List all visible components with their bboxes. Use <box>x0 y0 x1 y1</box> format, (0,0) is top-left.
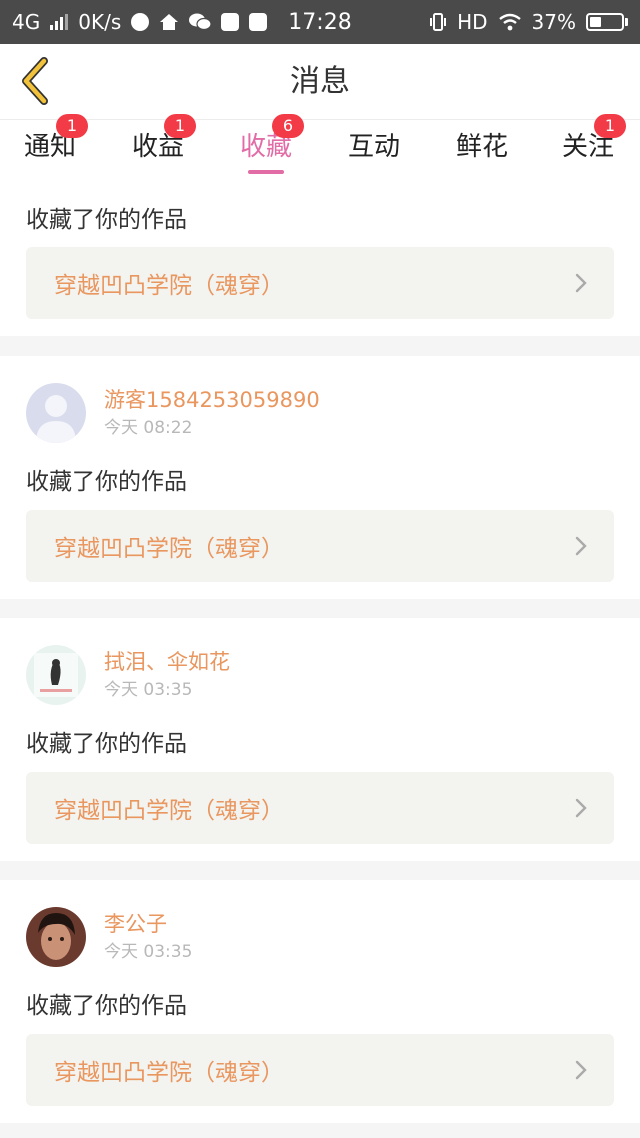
app-notification-icon <box>131 13 150 31</box>
tab-notifications[interactable]: 通知 1 <box>0 114 100 180</box>
tab-label: 互动 <box>347 132 400 162</box>
navigation-bar: 消息 <box>0 44 640 120</box>
tab-earnings[interactable]: 收益 1 <box>108 114 208 180</box>
message-list: 收藏了你的作品 穿越凹凸学院（魂穿） 游客1584253059890 今天 08… <box>0 180 640 1138</box>
tab-interactions[interactable]: 互动 <box>324 120 424 180</box>
vibrate-icon <box>429 12 447 32</box>
mail-app-icon <box>221 13 240 31</box>
action-text: 收藏了你的作品 <box>26 993 187 1019</box>
action-text: 收藏了你的作品 <box>26 469 187 495</box>
back-button[interactable] <box>14 56 54 106</box>
network-type: 4G <box>12 10 41 34</box>
unread-badge: 6 <box>271 114 304 138</box>
tab-bar: 通知 1 收益 1 收藏 6 互动 鲜花 关注 1 <box>0 114 640 180</box>
action-text: 收藏了你的作品 <box>26 731 187 757</box>
list-item: 拭泪、伞如花 今天 03:35 收藏了你的作品 穿越凹凸学院（魂穿） <box>0 618 640 861</box>
tab-favorites[interactable]: 收藏 6 <box>216 114 316 180</box>
timestamp: 今天 03:35 <box>104 680 193 700</box>
active-tab-indicator <box>247 170 284 174</box>
work-title: 穿越凹凸学院（魂穿） <box>54 1060 284 1086</box>
wifi-icon <box>498 13 522 31</box>
chevron-right-icon <box>575 798 587 818</box>
hd-indicator: HD <box>457 10 488 34</box>
unread-badge: 1 <box>593 114 626 138</box>
unread-badge: 1 <box>163 114 196 138</box>
work-title: 穿越凹凸学院（魂穿） <box>54 798 284 824</box>
list-item: 收藏了你的作品 穿越凹凸学院（魂穿） <box>0 180 640 336</box>
chevron-left-icon <box>22 57 48 105</box>
page-title: 消息 <box>290 64 350 99</box>
list-item: 游客1584253059890 今天 08:22 收藏了你的作品 穿越凹凸学院（… <box>0 356 640 599</box>
timestamp: 今天 03:35 <box>104 942 193 962</box>
home-icon <box>159 13 179 31</box>
tab-following[interactable]: 关注 1 <box>538 114 638 180</box>
battery-percent: 37% <box>531 10 576 34</box>
list-item: 李公子 今天 03:35 收藏了你的作品 穿越凹凸学院（魂穿） <box>0 880 640 1123</box>
username[interactable]: 拭泪、伞如花 <box>104 647 230 677</box>
chevron-right-icon <box>575 273 587 293</box>
work-link[interactable]: 穿越凹凸学院（魂穿） <box>26 510 614 582</box>
battery-icon <box>586 13 628 31</box>
wechat-icon <box>189 13 212 31</box>
default-avatar[interactable] <box>26 383 86 443</box>
work-link[interactable]: 穿越凹凸学院（魂穿） <box>26 1034 614 1106</box>
unread-badge: 1 <box>55 114 88 138</box>
tab-label: 鲜花 <box>455 132 508 162</box>
action-text: 收藏了你的作品 <box>26 207 187 233</box>
work-link[interactable]: 穿越凹凸学院（魂穿） <box>26 247 614 319</box>
work-title: 穿越凹凸学院（魂穿） <box>54 536 284 562</box>
username[interactable]: 游客1584253059890 <box>104 385 320 415</box>
status-bar: 4G 0K/s 17:28 HD 37% <box>0 0 640 44</box>
timestamp: 今天 08:22 <box>104 418 193 438</box>
work-link[interactable]: 穿越凹凸学院（魂穿） <box>26 772 614 844</box>
mail-app-icon-2 <box>249 13 268 31</box>
photo-avatar[interactable] <box>26 645 86 705</box>
user-row[interactable]: 拭泪、伞如花 今天 03:35 <box>26 644 230 706</box>
chevron-right-icon <box>575 536 587 556</box>
user-row[interactable]: 李公子 今天 03:35 <box>26 906 192 968</box>
photo-avatar[interactable] <box>26 907 86 967</box>
work-title: 穿越凹凸学院（魂穿） <box>54 273 284 299</box>
username[interactable]: 李公子 <box>104 909 192 939</box>
signal-icon <box>50 14 69 30</box>
tab-flowers[interactable]: 鲜花 <box>432 120 532 180</box>
chevron-right-icon <box>575 1060 587 1080</box>
network-speed: 0K/s <box>78 10 122 34</box>
user-row[interactable]: 游客1584253059890 今天 08:22 <box>26 382 320 444</box>
